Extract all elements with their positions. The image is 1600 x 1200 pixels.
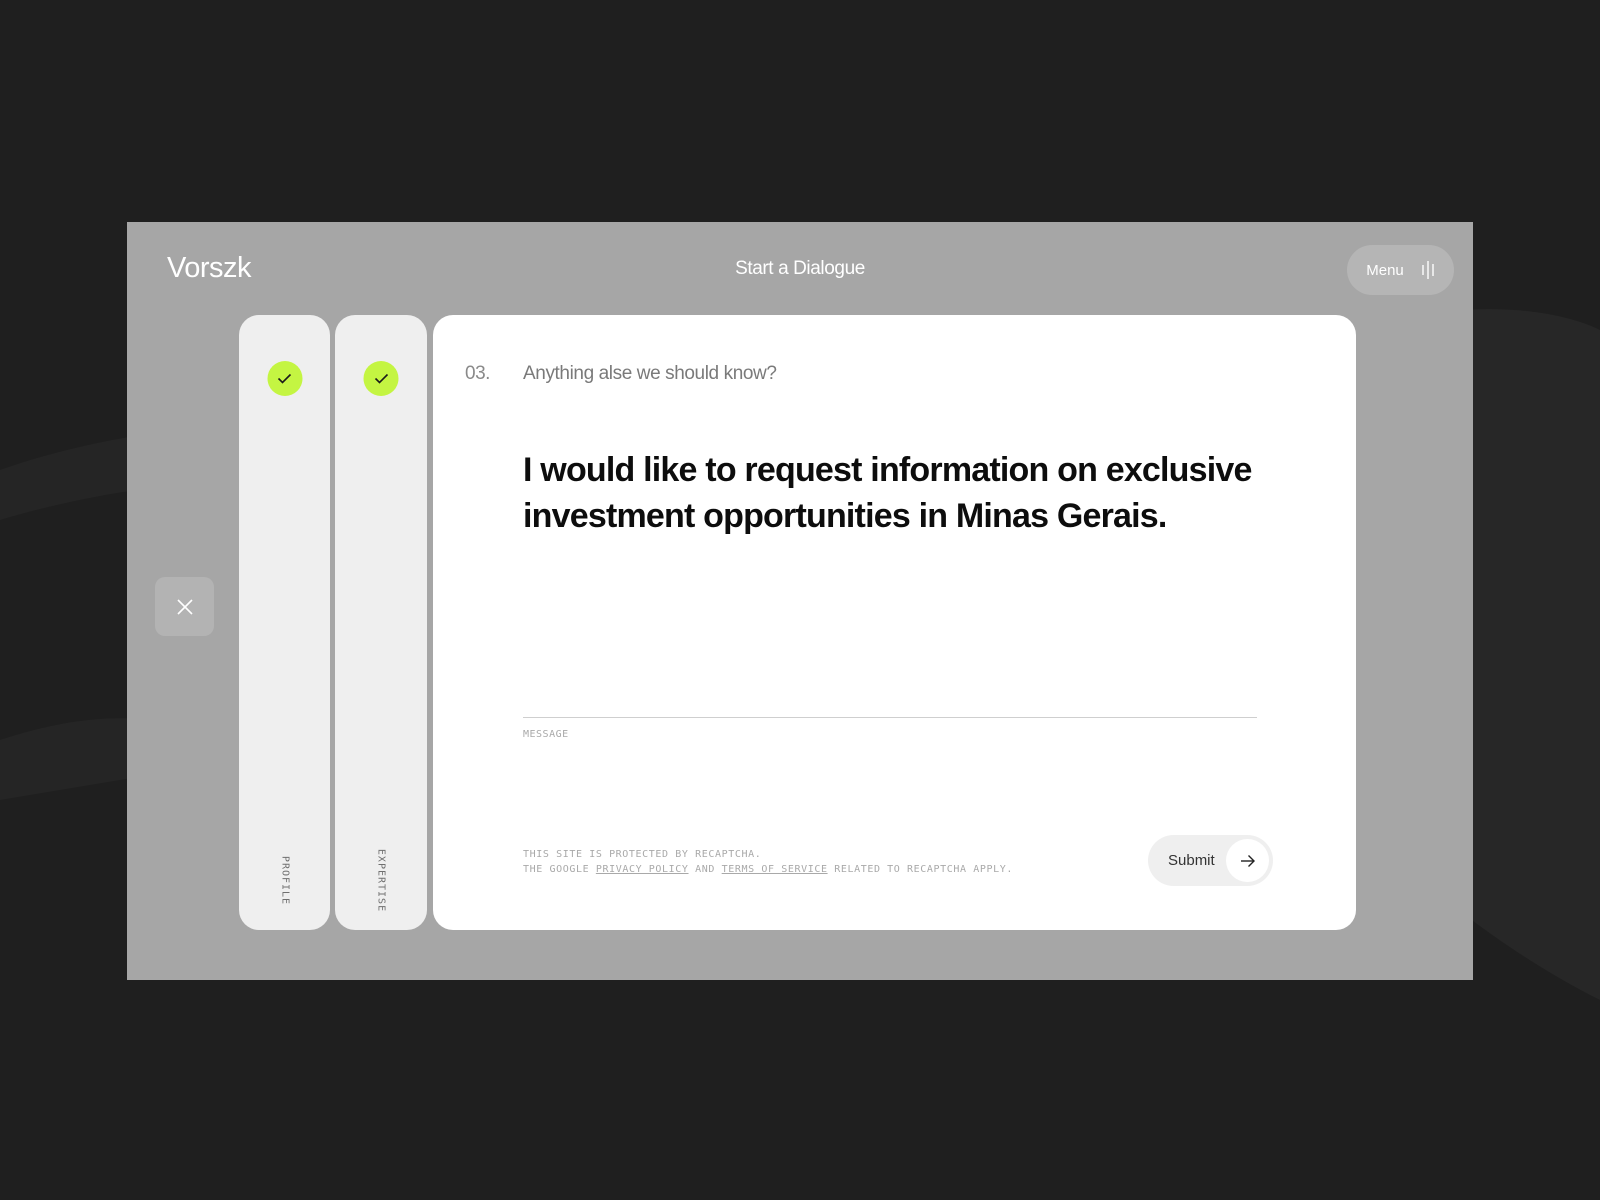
- privacy-policy-link[interactable]: PRIVACY POLICY: [596, 864, 689, 875]
- recaptcha-line-1: THIS SITE IS PROTECTED BY RECAPTCHA.: [523, 849, 762, 860]
- submit-button[interactable]: Submit: [1148, 835, 1273, 886]
- recaptcha-and: AND: [695, 864, 716, 875]
- message-field-label: MESSAGE: [523, 729, 569, 740]
- recaptcha-line-2: THE GOOGLE PRIVACY POLICY AND TERMS OF S…: [523, 862, 1013, 877]
- recaptcha-suffix: RELATED TO RECAPTCHA APPLY.: [834, 864, 1013, 875]
- arrow-right-icon: [1226, 839, 1269, 882]
- menu-label: Menu: [1366, 261, 1404, 279]
- message-underline: [523, 717, 1257, 718]
- menu-bars-icon: [1422, 261, 1434, 279]
- check-icon: [267, 361, 302, 396]
- check-icon: [363, 361, 399, 396]
- step-tab-profile[interactable]: PROFILE: [239, 315, 330, 930]
- menu-button[interactable]: Menu: [1347, 245, 1454, 295]
- message-input[interactable]: I would like to request information on e…: [523, 447, 1283, 539]
- terms-of-service-link[interactable]: TERMS OF SERVICE: [722, 864, 828, 875]
- step-label-profile: PROFILE: [279, 855, 290, 906]
- page-title: Start a Dialogue: [735, 258, 865, 279]
- close-button[interactable]: [155, 577, 214, 636]
- close-icon: [176, 598, 193, 615]
- recaptcha-prefix: THE GOOGLE: [523, 864, 590, 875]
- recaptcha-notice: THIS SITE IS PROTECTED BY RECAPTCHA. THE…: [523, 847, 1013, 877]
- question-card: 03. Anything alse we should know? I woul…: [433, 315, 1356, 930]
- question-text: Anything alse we should know?: [523, 363, 777, 384]
- question-number: 03.: [465, 363, 490, 384]
- step-tab-expertise[interactable]: EXPERTISE: [335, 315, 427, 930]
- submit-label: Submit: [1168, 852, 1215, 869]
- step-label-expertise: EXPERTISE: [375, 848, 387, 913]
- contact-dialog-window: Vorszk Start a Dialogue Menu PROFILE EXP…: [127, 222, 1473, 980]
